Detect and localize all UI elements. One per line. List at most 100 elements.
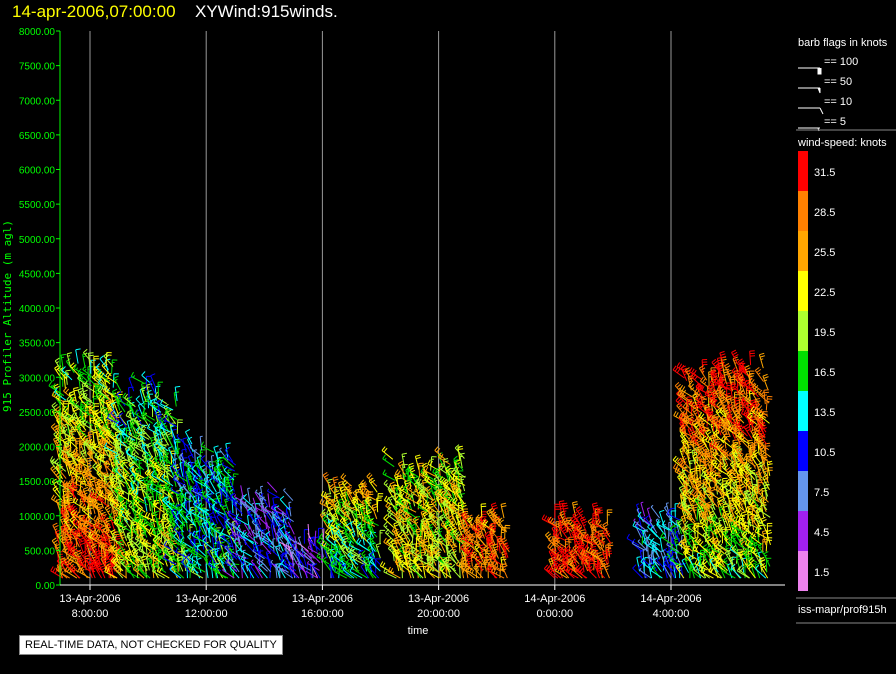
chart-title: XYWind:915winds. [195, 2, 338, 21]
y-tick-label: 7500.00 [19, 62, 56, 73]
colorbar-label: 25.5 [814, 247, 835, 259]
wind-barb [128, 375, 135, 392]
wind-barb [382, 454, 395, 468]
wind-barb [603, 562, 610, 579]
y-tick-label: 2000.00 [19, 443, 56, 454]
colorbar-label: 22.5 [814, 287, 835, 299]
wind-barb [111, 359, 118, 374]
barb-legend-glyph [798, 67, 822, 75]
wind-barb [203, 555, 213, 571]
wind-barb [631, 538, 643, 553]
colorbar-label: 7.5 [814, 487, 829, 499]
wind-barb [650, 504, 660, 519]
x-tick-time: 4:00:00 [653, 608, 690, 620]
barb-legend-label: == 5 [824, 116, 846, 128]
colorbar-swatch [798, 551, 808, 591]
wind-barb [762, 373, 769, 390]
barb-legend-label: == 10 [824, 96, 852, 108]
y-tick-label: 7000.00 [19, 96, 56, 107]
quality-note: REAL-TIME DATA, NOT CHECKED FOR QUALITY [19, 635, 283, 655]
wind-barb [606, 509, 613, 524]
y-tick-label: 6500.00 [19, 131, 56, 142]
wind-barb [480, 503, 487, 519]
wind-barb [574, 565, 588, 579]
wind-barb [200, 441, 215, 453]
wind-barb [267, 481, 278, 493]
colorbar-swatch [798, 191, 808, 231]
wind-barb [586, 564, 597, 579]
wind-barb [213, 445, 219, 461]
y-tick-label: 0.00 [36, 581, 56, 592]
y-tick-label: 4500.00 [19, 269, 56, 280]
wind-barb [51, 390, 65, 403]
wind-barb [259, 516, 271, 529]
wind-barb [321, 540, 335, 553]
y-tick-label: 3500.00 [19, 339, 56, 350]
y-tick-label: 8000.00 [19, 27, 56, 38]
colorbar-swatch [798, 511, 808, 551]
colorbar-swatch [798, 471, 808, 511]
wind-barb [157, 381, 164, 397]
barb-legend-glyph [798, 87, 821, 94]
wind-barb [247, 487, 251, 503]
wind-barb [211, 455, 215, 470]
x-tick-time: 0:00:00 [536, 608, 573, 620]
wind-barb [717, 540, 731, 553]
wind-barb [202, 536, 214, 550]
colorbar-swatch [798, 311, 808, 351]
wind-barb-chart: 14-apr-2006,07:00:00 XYWind:915winds. 0.… [1, 2, 896, 637]
x-tick-date: 13-Apr-2006 [176, 593, 237, 605]
wind-barb [75, 348, 81, 364]
wind-barb [764, 484, 770, 500]
barb-legend-title: barb flags in knots [798, 37, 888, 49]
colorbar: 31.5 28.5 25.5 22.5 19.5 16.5 13.5 10.5 7.5 4.5 1.… [798, 151, 835, 591]
wind-barb [303, 552, 315, 565]
y-tick-label: 500.00 [24, 546, 55, 557]
x-tick-date: 14-Apr-2006 [640, 593, 701, 605]
y-tick-label: 2500.00 [19, 408, 56, 419]
wind-barb [754, 367, 765, 382]
wind-barb [650, 565, 663, 579]
colorbar-swatch [798, 271, 808, 311]
wind-barb [283, 488, 294, 501]
wind-barb [504, 524, 511, 540]
wind-barb [332, 476, 339, 492]
x-tick-time: 12:00:00 [185, 608, 228, 620]
colorbar-label: 4.5 [814, 527, 829, 539]
wind-barb [130, 371, 144, 384]
y-axis-label: 915 Profiler Altitude (m agl) [1, 220, 14, 412]
wind-barb [690, 372, 702, 386]
wind-barb [687, 441, 693, 457]
wind-barb [231, 473, 239, 488]
colorbar-swatch [798, 431, 808, 471]
colorbar-swatch [798, 151, 808, 191]
x-tick-date: 13-Apr-2006 [59, 593, 120, 605]
wind-barb [640, 501, 646, 517]
y-tick-label: 5500.00 [19, 200, 56, 211]
wind-barb [397, 460, 406, 477]
x-tick-time: 8:00:00 [72, 608, 109, 620]
colorbar-swatch [798, 391, 808, 431]
wind-barb [749, 350, 756, 366]
wind-barb [264, 515, 267, 530]
wind-barb [382, 469, 396, 481]
colorbar-label: 10.5 [814, 447, 835, 459]
legend-panel: barb flags in knots == 100 == 50 == 10 == 5… [796, 37, 896, 624]
wind-barb [314, 530, 317, 545]
colorbar-label: 1.5 [814, 567, 829, 579]
wind-barb [500, 502, 507, 519]
wind-barb [279, 495, 290, 511]
wind-barb [414, 454, 421, 470]
wind-barb [765, 395, 773, 411]
y-tick-label: 1500.00 [19, 477, 56, 488]
colorbar-label: 19.5 [814, 327, 835, 339]
colorbar-label: 13.5 [814, 407, 835, 419]
y-tick-label: 4000.00 [19, 304, 56, 315]
source-label: iss-mapr/prof915h [798, 604, 887, 616]
wind-barb [434, 446, 446, 460]
x-tick-date: 13-Apr-2006 [292, 593, 353, 605]
barb-layer [48, 348, 773, 579]
wind-barb [156, 566, 170, 579]
x-tick-date: 13-Apr-2006 [408, 593, 469, 605]
header-datetime: 14-apr-2006,07:00:00 [12, 2, 176, 21]
